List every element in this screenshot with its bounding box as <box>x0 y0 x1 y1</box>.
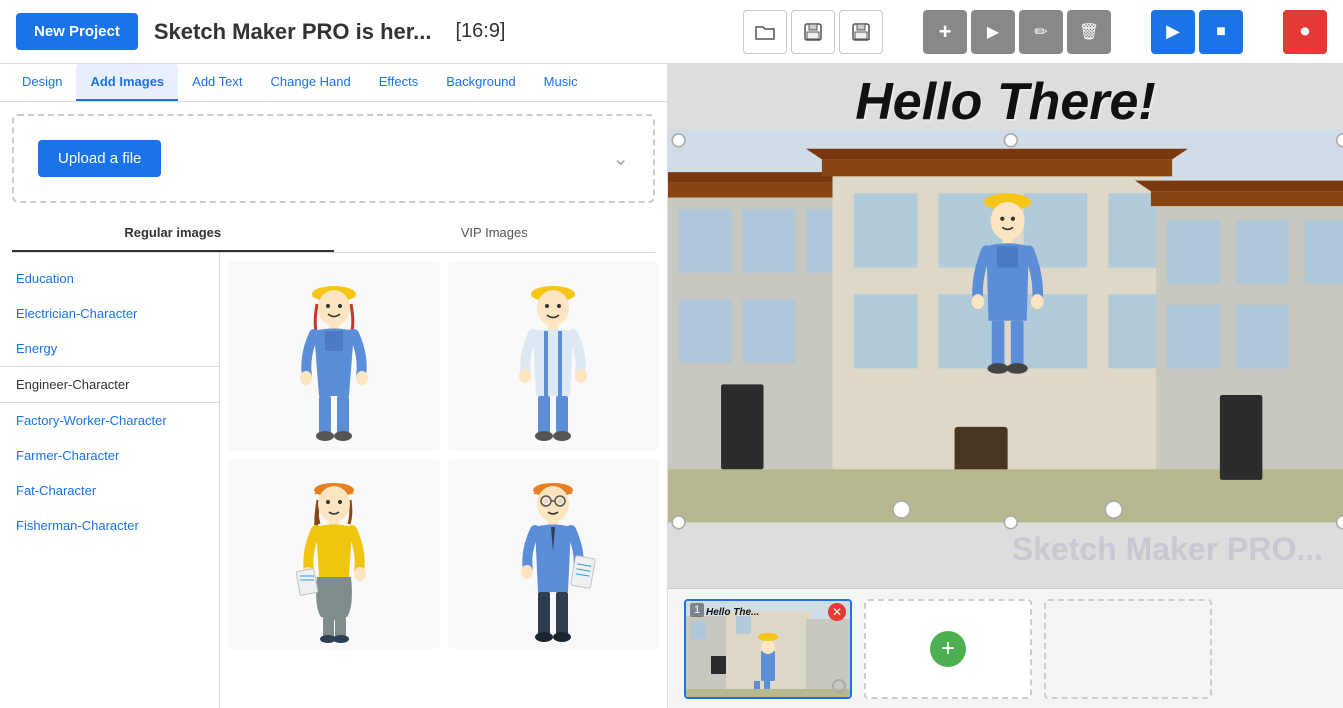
save-as-button[interactable]: … <box>839 10 883 54</box>
edit-toolbar-group: + ▶ ✏ 🗑 <box>923 10 1111 54</box>
slide-1-indicator <box>832 679 846 693</box>
canvas-area[interactable]: Hello There! Sketch Maker PRO... <box>668 64 1343 588</box>
tab-change-hand[interactable]: Change Hand <box>257 64 365 101</box>
category-list: Education Electrician-Character Energy E… <box>0 253 220 708</box>
svg-text:Hello The...: Hello The... <box>706 607 759 618</box>
slide-1[interactable]: 1 ✕ Hello <box>684 599 852 699</box>
save-button[interactable] <box>791 10 835 54</box>
category-fisherman[interactable]: Fisherman-Character <box>0 508 219 543</box>
stop-button[interactable]: ■ <box>1199 10 1243 54</box>
right-panel: Hello There! Sketch Maker PRO... 1 ✕ <box>668 64 1343 708</box>
delete-button[interactable]: 🗑 <box>1067 10 1111 54</box>
category-energy[interactable]: Energy <box>0 331 219 366</box>
image-card-2[interactable] <box>448 261 660 451</box>
project-title: Sketch Maker PRO is her... <box>154 19 432 45</box>
slide-1-delete[interactable]: ✕ <box>828 603 846 621</box>
sub-tabs: Regular images VIP Images <box>12 215 655 253</box>
open-folder-button[interactable] <box>743 10 787 54</box>
draw-button[interactable]: ✏ <box>1019 10 1063 54</box>
category-engineer[interactable]: Engineer-Character <box>0 366 219 403</box>
image-card-3[interactable] <box>228 459 440 649</box>
upload-area: Upload a file ⌄ <box>12 114 655 203</box>
sub-tab-vip[interactable]: VIP Images <box>334 215 656 252</box>
play-element-button[interactable]: ▶ <box>971 10 1015 54</box>
category-education[interactable]: Education <box>0 261 219 296</box>
add-slide-icon: + <box>930 631 966 667</box>
aspect-ratio: [16:9] <box>455 20 505 43</box>
content-area: Education Electrician-Character Energy E… <box>0 253 667 708</box>
category-fat[interactable]: Fat-Character <box>0 473 219 508</box>
play-button[interactable]: ▶ <box>1151 10 1195 54</box>
record-button[interactable]: ⏺ <box>1283 10 1327 54</box>
tab-background[interactable]: Background <box>432 64 529 101</box>
tab-design[interactable]: Design <box>8 64 76 101</box>
header: New Project Sketch Maker PRO is her... [… <box>0 0 1343 64</box>
record-toolbar-group: ⏺ <box>1283 10 1327 54</box>
slide-add-button[interactable]: + <box>864 599 1032 699</box>
svg-text:…: … <box>863 33 870 41</box>
sub-tab-regular[interactable]: Regular images <box>12 215 334 252</box>
playback-toolbar-group: ▶ ■ <box>1151 10 1243 54</box>
left-panel: Design Add Images Add Text Change Hand E… <box>0 64 668 708</box>
category-factory[interactable]: Factory-Worker-Character <box>0 403 219 438</box>
image-card-4[interactable] <box>448 459 660 649</box>
timeline: 1 ✕ Hello <box>668 588 1343 708</box>
slide-1-number: 1 <box>690 603 704 617</box>
new-project-button[interactable]: New Project <box>16 13 138 50</box>
upload-button[interactable]: Upload a file <box>38 140 161 177</box>
slide-3-empty <box>1044 599 1212 699</box>
tab-effects[interactable]: Effects <box>365 64 433 101</box>
tab-add-text[interactable]: Add Text <box>178 64 256 101</box>
image-card-1[interactable] <box>228 261 440 451</box>
category-farmer[interactable]: Farmer-Character <box>0 438 219 473</box>
images-grid <box>220 253 667 708</box>
main-tabs: Design Add Images Add Text Change Hand E… <box>0 64 667 102</box>
tab-add-images[interactable]: Add Images <box>76 64 178 101</box>
main-layout: Design Add Images Add Text Change Hand E… <box>0 64 1343 708</box>
file-toolbar-group: … <box>743 10 883 54</box>
tab-music[interactable]: Music <box>530 64 592 101</box>
upload-chevron-icon: ⌄ <box>612 146 629 171</box>
category-electrician[interactable]: Electrician-Character <box>0 296 219 331</box>
add-element-button[interactable]: + <box>923 10 967 54</box>
